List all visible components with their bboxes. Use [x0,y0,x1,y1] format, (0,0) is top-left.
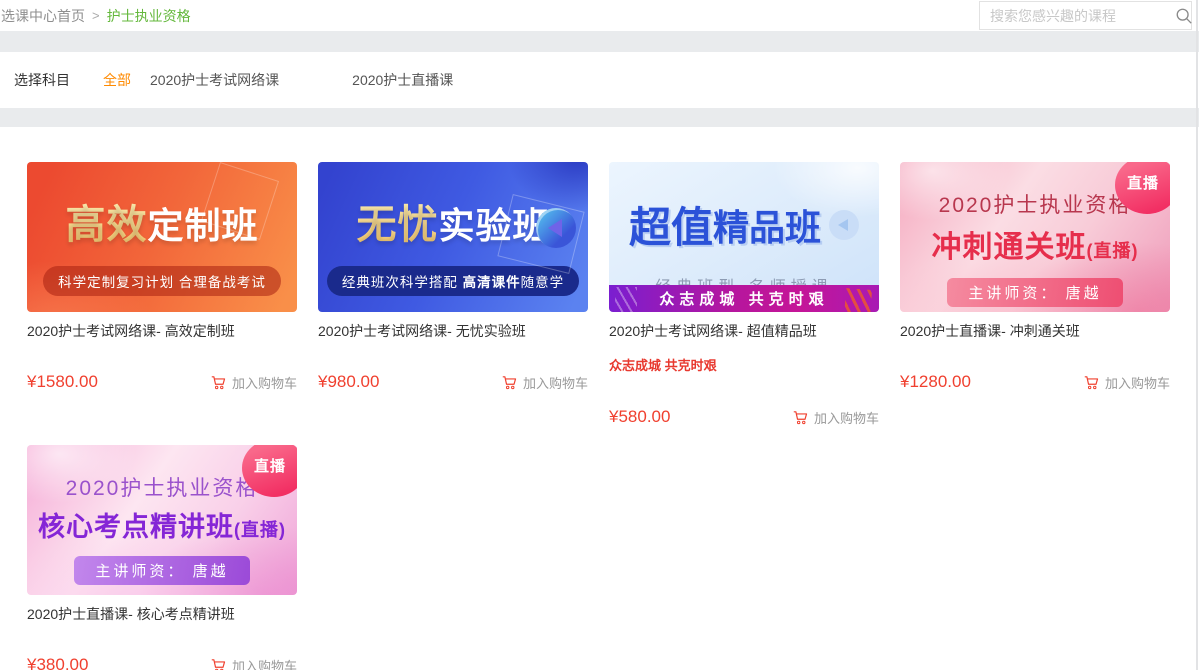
cart-label: 加入购物车 [232,656,297,670]
course-banner[interactable]: 直播 2020护士执业资格 核心考点精讲班(直播) 主讲师资： 唐越 [27,445,297,595]
cart-icon [1083,374,1100,391]
banner-line2-main: 核心考点精讲班 [38,512,234,542]
breadcrumb-home-link[interactable]: 选课中心首页 [1,6,85,26]
breadcrumb-current: 护士执业资格 [107,6,191,26]
course-title[interactable]: 2020护士直播课- 核心考点精讲班 [27,604,297,624]
subject-filter: 选择科目 全部 2020护士考试网络课 2020护士直播课 [0,52,1199,108]
course-selection-page: 选课中心首页 > 护士执业资格 选择科目 全部 2020护士考试网络课 2020… [0,0,1199,670]
pill-text: 经典班次科学搭配 [342,275,463,290]
course-title[interactable]: 2020护士考试网络课- 无忧实验班 [318,321,588,341]
course-banner[interactable]: 高效 定制班 科学定制复习计划 合理备战考试 [27,162,297,312]
banner-strip: 众志成城 共克时艰 [609,285,879,312]
banner-line2: 核心考点精讲班(直播) [27,505,297,544]
course-price: ¥980.00 [318,372,379,392]
banner-pill: 科学定制复习计划 合理备战考试 [43,266,281,296]
banner-line2-main: 冲刺通关班 [932,231,1087,264]
cart-label: 加入购物车 [814,408,879,427]
divider-band-top [0,31,1199,52]
filter-option-all[interactable]: 全部 [103,70,131,90]
course-price: ¥1280.00 [900,372,971,392]
cart-icon [210,657,227,670]
banner-line2-suffix: (直播) [1087,241,1139,261]
live-badge-label: 直播 [254,455,286,476]
search-icon[interactable] [1175,7,1193,25]
cart-label: 加入购物车 [523,373,588,392]
course-price: ¥580.00 [609,407,670,427]
course-price: ¥1580.00 [27,372,98,392]
course-banner[interactable]: 直播 2020护士执业资格 冲刺通关班(直播) 主讲师资： 唐越 [900,162,1170,312]
banner-heading: 超值 精品班 [609,194,879,255]
teacher-pill: 主讲师资： 唐越 [74,556,249,585]
add-to-cart-button[interactable]: 加入购物车 [501,373,588,392]
banner-heading-em: 超值 [629,194,713,255]
breadcrumb: 选课中心首页 > 护士执业资格 [1,6,191,26]
filter-option-live-course[interactable]: 2020护士直播课 [352,70,453,90]
course-price: ¥380.00 [27,655,88,670]
banner-line2: 冲刺通关班(直播) [900,222,1170,266]
course-title[interactable]: 2020护士考试网络课- 高效定制班 [27,321,297,341]
add-to-cart-button[interactable]: 加入购物车 [1083,373,1170,392]
price-row: ¥380.00 加入购物车 [27,655,297,670]
course-card-chaozhi: 超值 精品班 经典班型 名师授课 众志成城 共克时艰 2020护士考试网络课- … [609,162,879,427]
banner-strip-text: 众志成城 共克时艰 [659,288,828,309]
price-row: ¥1280.00 加入购物车 [900,372,1170,392]
course-title[interactable]: 2020护士直播课- 冲刺通关班 [900,321,1170,341]
cart-label: 加入购物车 [1105,373,1170,392]
banner-heading-em: 高效 [65,192,147,250]
search-input[interactable] [980,8,1175,24]
price-row: ¥580.00 加入购物车 [609,407,879,427]
divider-band-bottom [0,108,1199,127]
breadcrumb-bar: 选课中心首页 > 护士执业资格 [0,0,1199,31]
banner-line2-suffix: (直播) [234,520,286,540]
add-to-cart-button[interactable]: 加入购物车 [792,408,879,427]
course-tag: 众志成城 共克时艰 [609,358,879,374]
course-card-wuyou: 无忧 实验班 经典班次科学搭配 高清课件随意学 2020护士考试网络课- 无忧实… [318,162,588,392]
page-right-divider [1196,0,1198,670]
course-grid: 高效 定制班 科学定制复习计划 合理备战考试 2020护士考试网络课- 高效定制… [0,127,1199,670]
add-to-cart-button[interactable]: 加入购物车 [210,373,297,392]
course-banner[interactable]: 无忧 实验班 经典班次科学搭配 高清课件随意学 [318,162,588,312]
filter-option-network-course[interactable]: 2020护士考试网络课 [150,70,279,90]
course-title[interactable]: 2020护士考试网络课- 超值精品班 [609,321,879,341]
filter-label: 选择科目 [14,70,70,90]
price-row: ¥1580.00 加入购物车 [27,372,297,392]
course-banner[interactable]: 超值 精品班 经典班型 名师授课 众志成城 共克时艰 [609,162,879,312]
price-row: ¥980.00 加入购物车 [318,372,588,392]
add-to-cart-button[interactable]: 加入购物车 [210,656,297,670]
play-icon [536,208,576,248]
banner-pill: 经典班次科学搭配 高清课件随意学 [327,266,579,296]
banner-heading-rest: 精品班 [713,199,821,251]
cart-icon [792,409,809,426]
course-card-chongci: 直播 2020护士执业资格 冲刺通关班(直播) 主讲师资： 唐越 2020护士直… [900,162,1170,392]
breadcrumb-separator: > [92,8,100,23]
pill-text-bold: 高清课件 [463,275,521,290]
course-card-hexin: 直播 2020护士执业资格 核心考点精讲班(直播) 主讲师资： 唐越 2020护… [27,445,297,670]
banner-heading-em: 无忧 [356,192,438,250]
search-box [979,1,1192,30]
cart-label: 加入购物车 [232,373,297,392]
pill-text: 随意学 [521,275,565,290]
cart-icon [210,374,227,391]
teacher-pill: 主讲师资： 唐越 [947,278,1122,307]
cart-icon [501,374,518,391]
live-badge-label: 直播 [1127,172,1159,193]
play-icon [829,210,859,240]
course-card-gaoxiao: 高效 定制班 科学定制复习计划 合理备战考试 2020护士考试网络课- 高效定制… [27,162,297,392]
